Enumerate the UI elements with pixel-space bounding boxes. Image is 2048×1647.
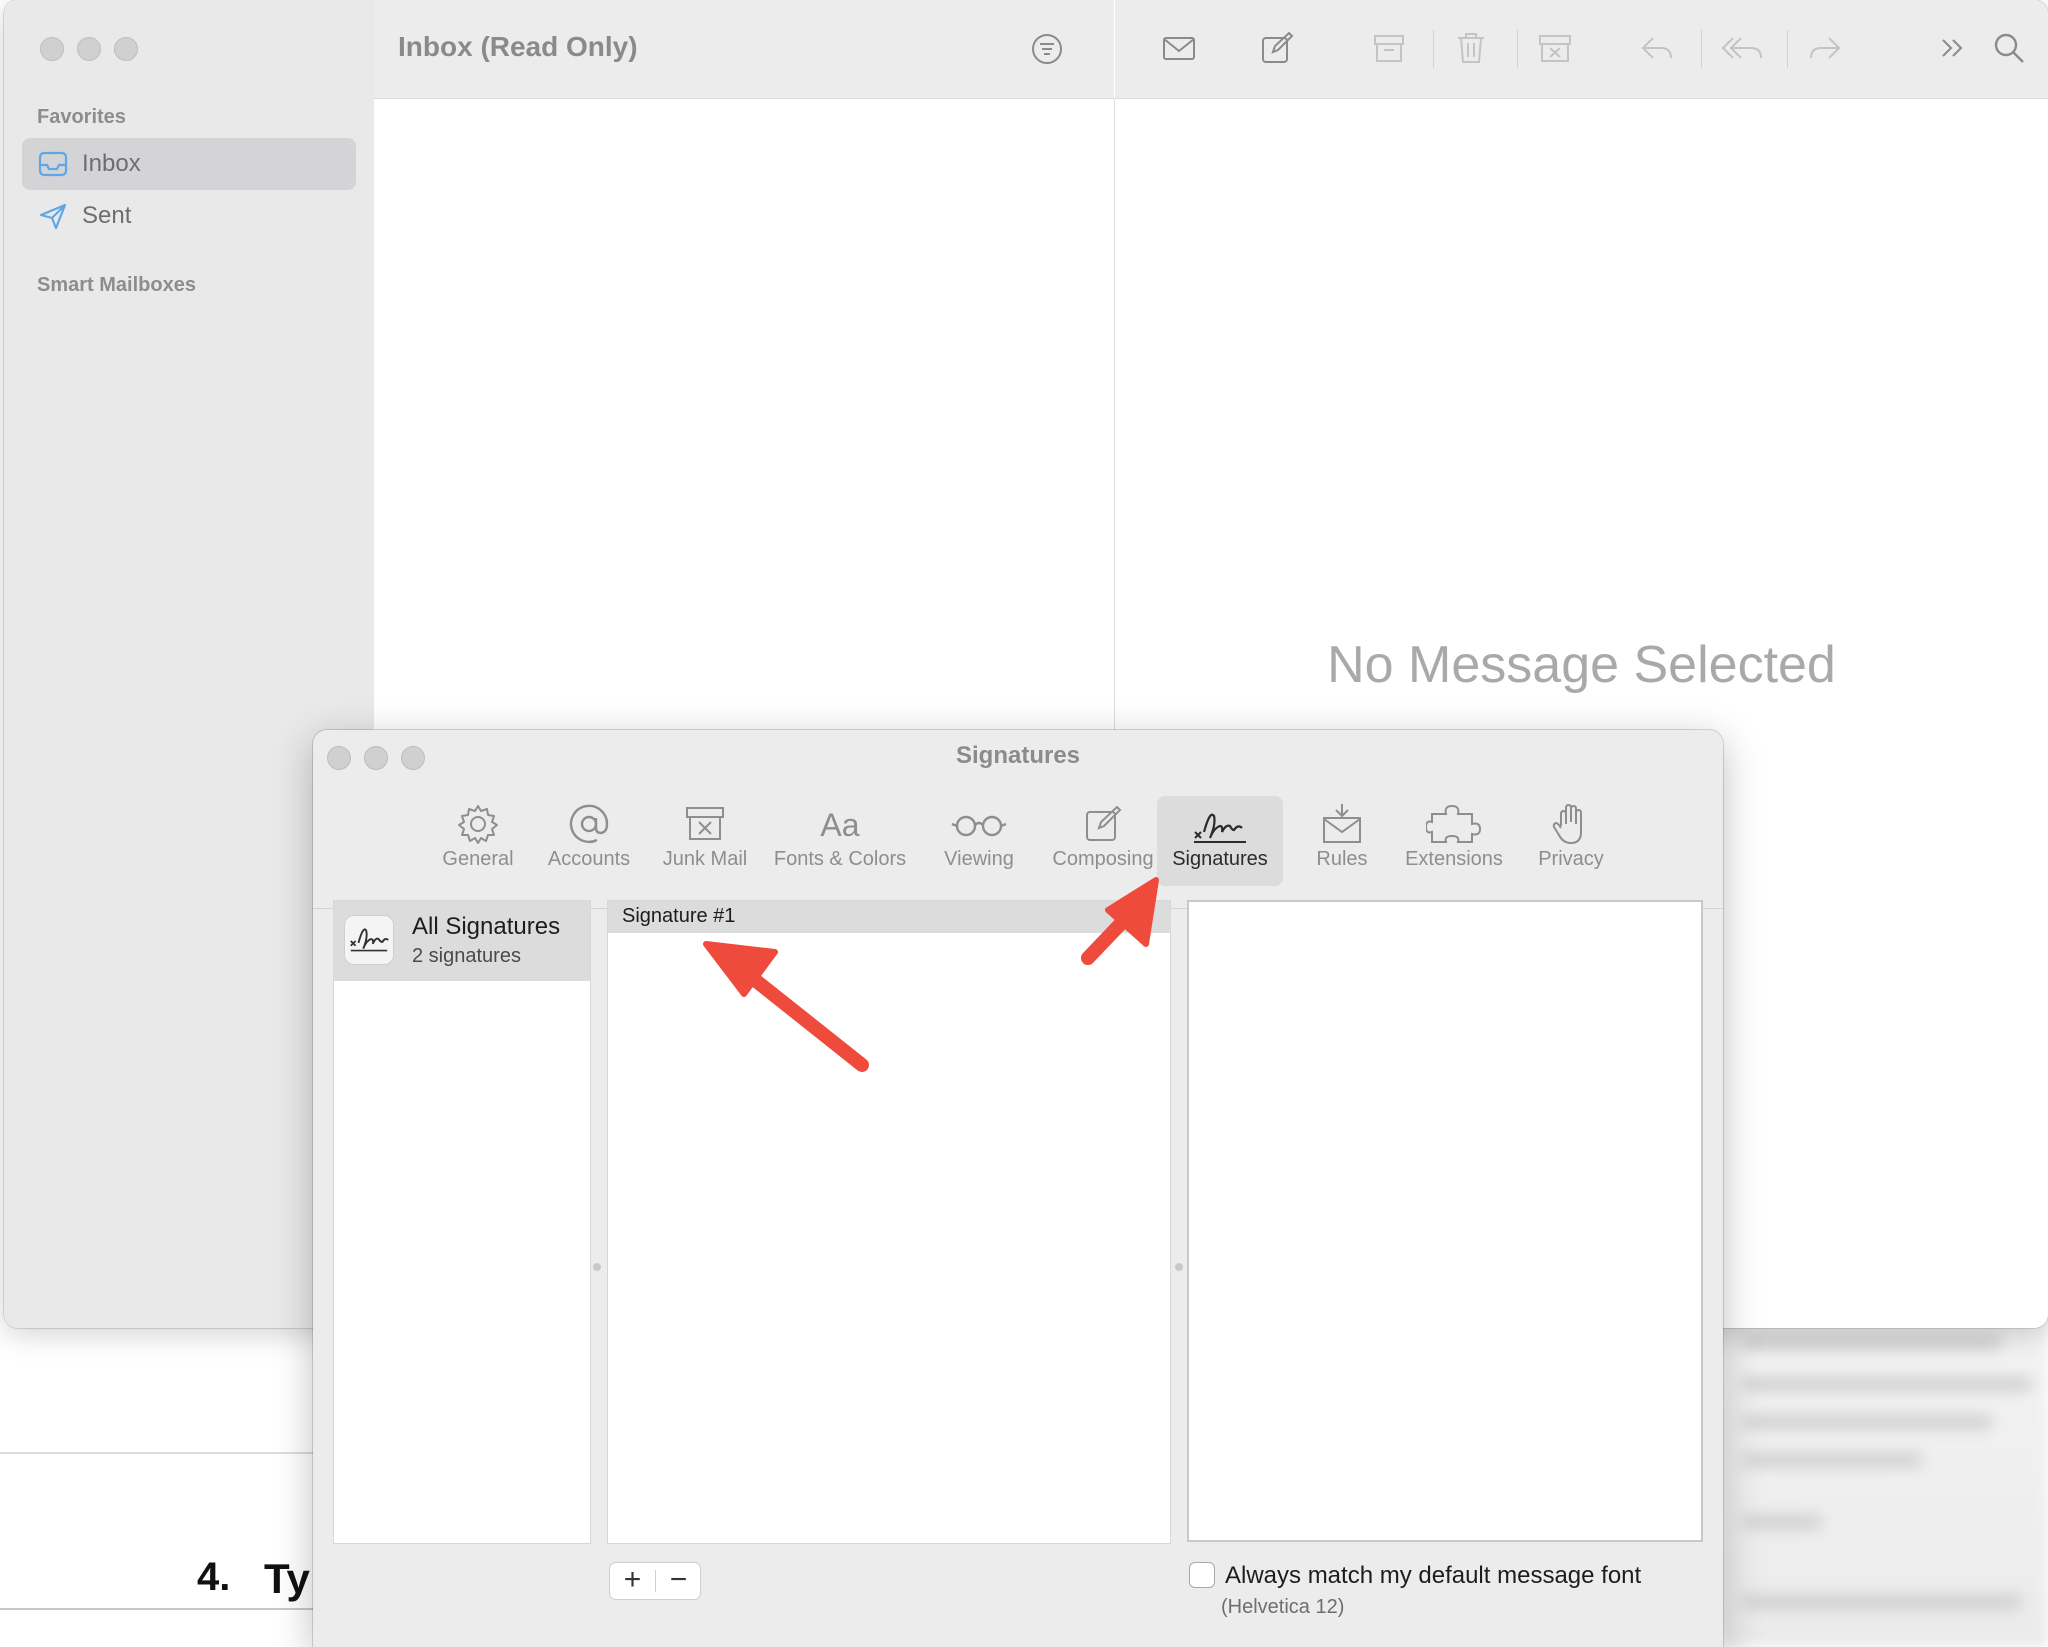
reply-all-icon[interactable] (1721, 30, 1765, 66)
splitter-handle[interactable] (593, 1263, 601, 1271)
tab-extensions[interactable]: Extensions (1389, 796, 1519, 886)
inbox-icon (38, 151, 68, 177)
archive-icon[interactable] (1371, 30, 1407, 66)
tab-label: Fonts & Colors (773, 848, 907, 870)
tab-label: Viewing (944, 848, 1014, 870)
splitter-handle[interactable] (1175, 1263, 1183, 1271)
glasses-icon (951, 815, 1007, 837)
smart-mailboxes-label: Smart Mailboxes (37, 274, 196, 296)
favorites-label: Favorites (37, 106, 126, 128)
tab-label: Composing (1052, 848, 1154, 870)
svg-text:Aa: Aa (820, 807, 859, 843)
doc-heading-number: 4. (197, 1555, 231, 1599)
sidebar-item-label: Inbox (82, 150, 141, 177)
trash-icon[interactable] (1453, 30, 1489, 66)
remove-signature-button[interactable]: − (656, 1563, 701, 1599)
preferences-toolbar: General Accounts Junk Mail Aa Fonts & Co… (313, 778, 1723, 909)
no-message-selected-text: No Message Selected (1327, 636, 1836, 694)
mailbox-title: Inbox (Read Only) (398, 31, 638, 62)
sidebar-item-inbox[interactable]: Inbox (22, 138, 356, 190)
signatures-count: 2 signatures (412, 945, 521, 967)
all-signatures-title: All Signatures (412, 913, 561, 940)
match-font-checkbox[interactable] (1189, 1562, 1215, 1588)
match-font-detail: (Helvetica 12) (1221, 1596, 1345, 1618)
tab-junk-mail[interactable]: Junk Mail (647, 796, 763, 886)
tab-privacy[interactable]: Privacy (1519, 796, 1623, 886)
gear-icon (458, 805, 498, 844)
tab-composing[interactable]: Composing (1041, 796, 1165, 886)
doc-divider (0, 1452, 320, 1454)
compose-icon[interactable] (1259, 30, 1295, 66)
signature-icon (1194, 813, 1246, 843)
tab-fonts-colors[interactable]: Aa Fonts & Colors (763, 796, 917, 886)
all-signatures-row[interactable]: All Signatures 2 signatures (334, 901, 590, 981)
at-sign-icon (569, 804, 609, 844)
hand-icon (1552, 804, 1582, 844)
window-title: Signatures (955, 742, 1081, 769)
list-item[interactable]: Signature #1 (608, 901, 1170, 933)
tab-viewing[interactable]: Viewing (917, 796, 1041, 886)
minimize-window-button[interactable] (77, 37, 101, 61)
tab-label: Rules (1316, 848, 1368, 870)
signatures-preferences-window: Signatures General Accounts Junk Mail Aa… (313, 730, 1723, 1647)
tab-label: General (442, 848, 514, 870)
signature-editor[interactable] (1187, 900, 1703, 1542)
add-remove-control: + − (609, 1562, 701, 1600)
junk-icon[interactable] (1537, 30, 1573, 66)
paper-plane-icon (39, 203, 67, 230)
more-chevron-icon[interactable] (1935, 30, 1971, 66)
tab-accounts[interactable]: Accounts (531, 796, 647, 886)
doc-heading-text: Ty (264, 1555, 310, 1602)
tab-signatures[interactable]: Signatures (1157, 796, 1283, 886)
forward-icon[interactable] (1807, 30, 1843, 66)
filter-icon[interactable] (1030, 32, 1064, 66)
doc-divider (0, 1608, 320, 1610)
add-signature-button[interactable]: + (610, 1563, 655, 1599)
tab-label: Accounts (547, 848, 631, 870)
tab-rules[interactable]: Rules (1295, 796, 1389, 886)
junk-mail-icon (686, 807, 724, 840)
match-font-label: Always match my default message font (1225, 1562, 1642, 1589)
signature-name: Signature #1 (622, 905, 736, 927)
message-list-header: Inbox (Read Only) (374, 0, 1114, 99)
signature-list: Signature #1 (607, 900, 1171, 1544)
tab-label: Junk Mail (662, 848, 748, 870)
search-icon[interactable] (1991, 30, 2027, 66)
tab-label: Privacy (1538, 848, 1604, 870)
compose-icon (1086, 805, 1122, 841)
tab-label: Signatures (1172, 848, 1268, 870)
rules-icon (1323, 804, 1361, 843)
blurred-background-content (1722, 1315, 2048, 1647)
sidebar-item-sent[interactable]: Sent (22, 190, 356, 242)
close-window-button[interactable] (40, 37, 64, 61)
signature-icon (344, 915, 394, 965)
zoom-window-button[interactable] (114, 37, 138, 61)
puzzle-icon (1426, 804, 1482, 843)
signature-accounts-list: All Signatures 2 signatures (333, 900, 591, 1544)
viewer-toolbar (1115, 0, 2048, 99)
tab-general[interactable]: General (425, 796, 531, 886)
envelope-icon[interactable] (1161, 30, 1197, 66)
fonts-icon: Aa (820, 807, 859, 843)
reply-icon[interactable] (1639, 30, 1675, 66)
sidebar-item-label: Sent (82, 202, 132, 229)
tab-label: Extensions (1405, 848, 1503, 870)
